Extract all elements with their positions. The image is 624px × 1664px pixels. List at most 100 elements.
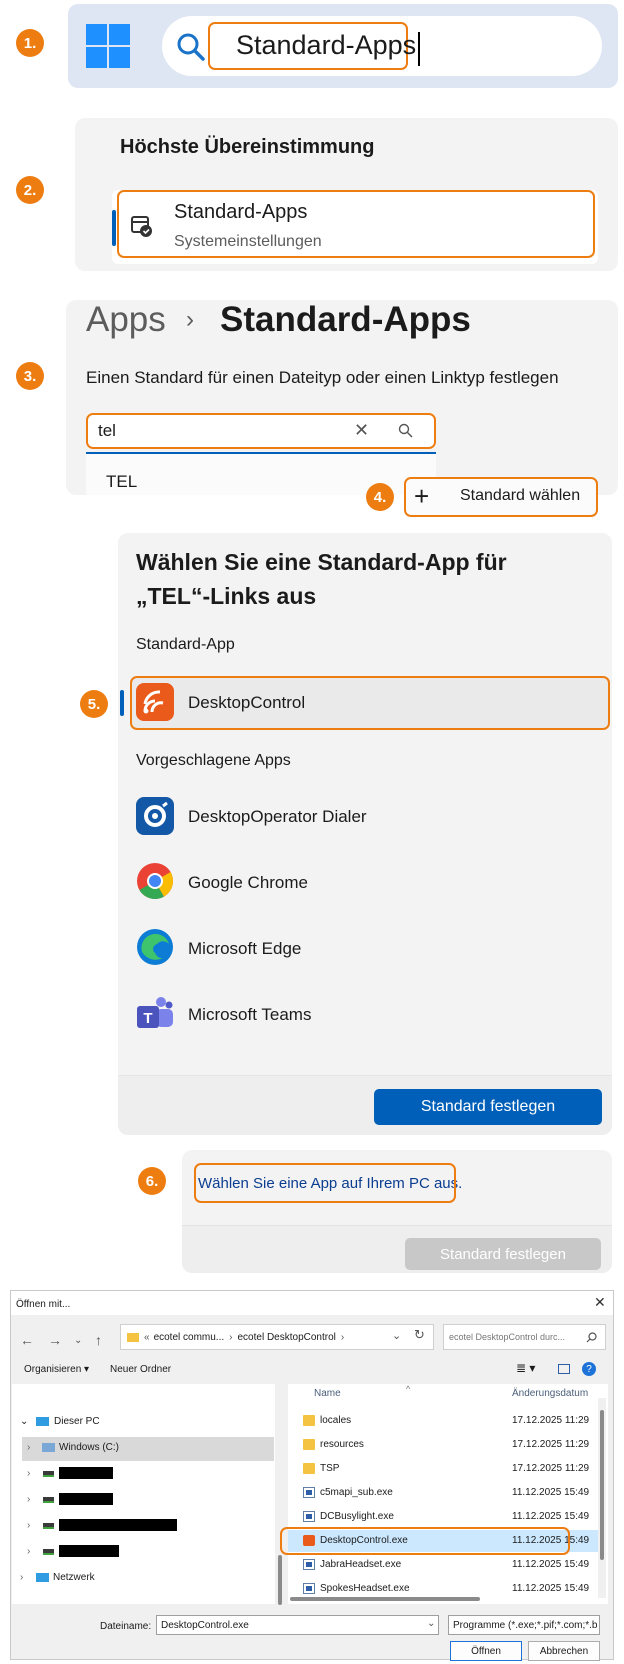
- collapse-icon[interactable]: ›: [27, 1546, 30, 1557]
- file-name: c5mapi_sub.exe: [320, 1487, 393, 1498]
- expand-icon[interactable]: ⌄: [20, 1416, 28, 1427]
- best-match-heading: Höchste Übereinstimmung: [120, 136, 375, 158]
- computer-icon: [36, 1417, 49, 1426]
- filetype-search-label: Einen Standard für einen Dateityp oder e…: [86, 368, 559, 387]
- tree-windows-drive[interactable]: Windows (C:): [59, 1442, 119, 1453]
- highlight-default-app: [130, 676, 610, 730]
- suggestion-tel[interactable]: TEL: [106, 472, 137, 492]
- address-separator: ›: [340, 1331, 345, 1343]
- file-name: locales: [320, 1415, 352, 1426]
- refresh-icon[interactable]: ↻: [414, 1327, 425, 1343]
- suggested-app-1[interactable]: DesktopOperator Dialer: [188, 807, 367, 827]
- set-default-button[interactable]: Standard festlegen: [374, 1089, 602, 1125]
- step-5-badge: 5.: [80, 690, 108, 718]
- selection-indicator: [112, 210, 116, 246]
- step-2-badge: 2.: [16, 176, 44, 204]
- network-drive-icon: [43, 1523, 54, 1529]
- page-title: Standard-Apps: [220, 300, 471, 339]
- folder-search-input[interactable]: ecotel DesktopControl durc...: [443, 1324, 606, 1350]
- network-drive-icon: [43, 1471, 54, 1477]
- collapse-icon[interactable]: ›: [20, 1572, 23, 1583]
- suggested-app-4[interactable]: Microsoft Teams: [188, 1005, 311, 1025]
- file-name: SpokesHeadset.exe: [320, 1583, 410, 1594]
- dialog-titlebar: [11, 1291, 613, 1315]
- file-row[interactable]: DCBusylight.exe 11.12.2025 15:49: [288, 1506, 598, 1528]
- collapse-icon[interactable]: ›: [27, 1520, 30, 1531]
- file-date: 11.12.2025 15:49: [512, 1487, 590, 1498]
- view-options-icon[interactable]: ≣ ▾: [516, 1361, 535, 1375]
- collapse-icon[interactable]: ›: [27, 1468, 30, 1479]
- taskbar-search-query: Standard-Apps: [236, 30, 417, 60]
- svg-text:T: T: [143, 1010, 152, 1027]
- file-name: TSP: [320, 1463, 340, 1474]
- exe-file-icon: [303, 1583, 315, 1594]
- file-date: 17.12.2025 11:29: [512, 1415, 590, 1426]
- forward-icon[interactable]: →: [48, 1332, 62, 1348]
- address-separator: ›: [229, 1331, 233, 1343]
- breadcrumb-separator: ›: [186, 306, 194, 333]
- file-row[interactable]: resources 17.12.2025 11:29: [288, 1434, 598, 1456]
- filename-input[interactable]: DesktopControl.exe: [156, 1615, 439, 1635]
- file-row[interactable]: c5mapi_sub.exe 11.12.2025 15:49: [288, 1482, 598, 1504]
- default-app-section: Standard-App: [136, 636, 235, 653]
- dialog-title: Öffnen mit...: [16, 1299, 71, 1310]
- file-row[interactable]: locales 17.12.2025 11:29: [288, 1410, 598, 1432]
- address-segment-2[interactable]: ecotel DesktopControl: [238, 1332, 336, 1343]
- file-date: 11.12.2025 15:49: [512, 1511, 590, 1522]
- preview-pane-icon[interactable]: [558, 1364, 570, 1374]
- suggested-app-2[interactable]: Google Chrome: [188, 873, 308, 893]
- network-icon: [36, 1573, 49, 1582]
- file-date: 11.12.2025 15:49: [512, 1559, 590, 1570]
- suggested-apps-section: Vorgeschlagene Apps: [136, 752, 291, 769]
- address-bar[interactable]: « ecotel commu... › ecotel DesktopContro…: [120, 1324, 434, 1350]
- default-app-chooser: [118, 533, 612, 1135]
- exe-file-icon: [303, 1487, 315, 1498]
- desktopoperator-app-icon: [136, 797, 174, 835]
- edge-app-icon: [136, 928, 174, 966]
- suggested-app-3[interactable]: Microsoft Edge: [188, 939, 301, 959]
- up-icon[interactable]: ↑: [95, 1332, 102, 1348]
- teams-app-icon: T: [136, 994, 174, 1032]
- redacted-drive-name: [59, 1467, 113, 1479]
- back-icon[interactable]: ←: [20, 1332, 34, 1348]
- file-date: 11.12.2025 15:49: [512, 1583, 590, 1594]
- text-caret: [418, 32, 420, 66]
- address-overflow[interactable]: «: [144, 1332, 150, 1343]
- organize-menu[interactable]: Organisieren ▾: [24, 1364, 89, 1375]
- column-name-header[interactable]: Name: [314, 1388, 341, 1399]
- chrome-app-icon: [136, 862, 174, 900]
- redacted-drive-name: [59, 1519, 177, 1531]
- collapse-icon[interactable]: ›: [27, 1494, 30, 1505]
- nav-scrollbar[interactable]: [278, 1555, 282, 1605]
- filename-label: Dateiname:: [100, 1621, 152, 1632]
- help-icon[interactable]: ?: [582, 1362, 596, 1376]
- tree-this-pc[interactable]: Dieser PC: [54, 1416, 100, 1427]
- file-row[interactable]: JabraHeadset.exe 11.12.2025 15:49: [288, 1554, 598, 1576]
- address-segment-1[interactable]: ecotel commu...: [154, 1332, 225, 1343]
- step-4-badge: 4.: [366, 483, 394, 511]
- file-scrollbar-thumb[interactable]: [600, 1410, 604, 1560]
- highlight-choose-pc-app: [194, 1163, 456, 1203]
- column-date-header[interactable]: Änderungsdatum: [512, 1388, 588, 1399]
- file-horizontal-scrollbar[interactable]: [290, 1597, 480, 1601]
- breadcrumb-apps[interactable]: Apps: [86, 300, 166, 340]
- file-name: JabraHeadset.exe: [320, 1559, 402, 1570]
- tree-network[interactable]: Netzwerk: [53, 1572, 95, 1583]
- sort-ascending-icon: ^: [406, 1384, 411, 1394]
- filetype-select[interactable]: Programme (*.exe;*.pif;*.com;*.b: [448, 1615, 600, 1635]
- step-3-badge: 3.: [16, 362, 44, 390]
- cancel-button[interactable]: Abbrechen: [528, 1641, 600, 1661]
- drive-icon: [42, 1443, 55, 1452]
- address-dropdown-icon[interactable]: ⌄: [392, 1329, 401, 1342]
- recent-locations-icon[interactable]: ⌄: [74, 1335, 82, 1346]
- new-folder-button[interactable]: Neuer Ordner: [110, 1364, 171, 1375]
- close-icon[interactable]: ✕: [594, 1294, 606, 1311]
- folder-icon: [303, 1439, 315, 1450]
- open-button[interactable]: Öffnen: [450, 1641, 522, 1661]
- filename-dropdown-icon[interactable]: ⌄: [427, 1618, 435, 1629]
- file-row[interactable]: TSP 17.12.2025 11:29: [288, 1458, 598, 1480]
- collapse-icon[interactable]: ›: [27, 1442, 30, 1453]
- redacted-drive-name: [59, 1493, 113, 1505]
- windows-logo-icon[interactable]: [86, 24, 130, 68]
- file-row-selected[interactable]: DesktopControl.exe 11.12.2025 15:49: [280, 1527, 598, 1555]
